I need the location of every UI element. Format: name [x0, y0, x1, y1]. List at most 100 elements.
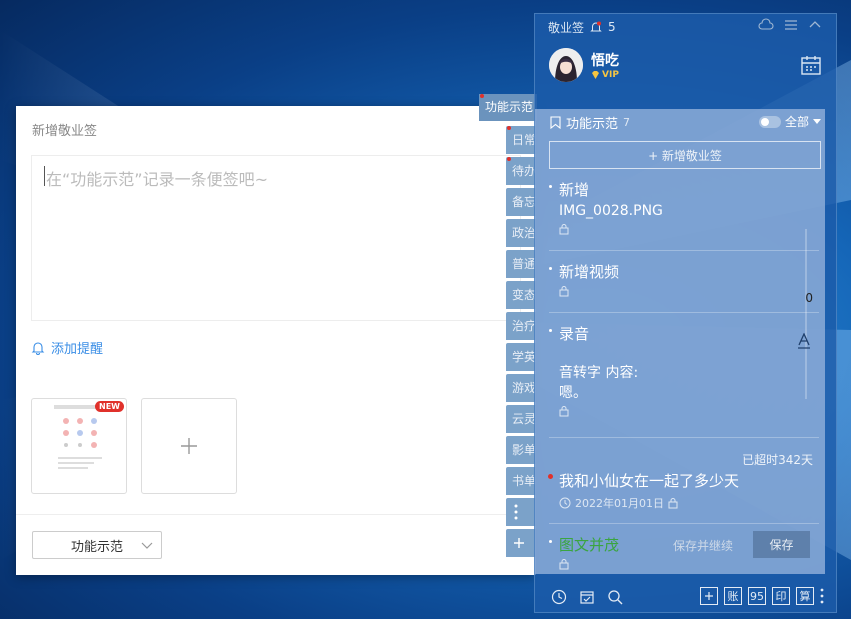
tab-label: 治疗 — [512, 319, 536, 333]
show-toggle[interactable] — [758, 115, 781, 128]
tab-category[interactable]: 待办 — [506, 157, 536, 185]
tab-active-category[interactable]: 功能示范 — [479, 94, 537, 121]
menu-icon[interactable] — [784, 18, 798, 32]
note-body-line: 嗯。 — [559, 385, 587, 401]
tab-category[interactable]: 影单 — [506, 436, 536, 464]
lock-icon — [559, 559, 569, 570]
vip-label: VIP — [602, 70, 619, 80]
note-date: 2022年01月01日 — [575, 497, 664, 510]
note-title: 我和小仙女在一起了多少天 — [559, 472, 740, 490]
note-title: 新增 — [559, 181, 590, 199]
note-dot — [549, 540, 552, 543]
note-item[interactable]: 新增 IMG_0028.PNG — [549, 179, 819, 251]
note-title: 录音 — [559, 325, 590, 343]
calculator-button[interactable]: 算 — [796, 587, 814, 605]
tab-category[interactable]: 学英 — [506, 343, 536, 371]
note-dot — [549, 185, 552, 188]
tab-category[interactable]: 变态 — [506, 281, 536, 309]
tab-category[interactable]: 政治 — [506, 219, 536, 247]
note-meta — [559, 559, 819, 570]
more-categories-button[interactable] — [506, 498, 536, 526]
more-vertical-icon[interactable] — [820, 588, 824, 604]
plus-icon — [514, 538, 536, 548]
tab-category[interactable]: 游戏 — [506, 374, 536, 402]
note-title: 新增视频 — [559, 263, 620, 281]
caret-down-icon — [813, 118, 821, 125]
category-select[interactable]: 功能示范 — [32, 531, 162, 559]
tab-category[interactable]: 云灵 — [506, 405, 536, 433]
checklist-icon[interactable] — [579, 589, 595, 605]
ledger-button[interactable]: 账 — [724, 587, 742, 605]
tab-category[interactable]: 普通 — [506, 250, 536, 278]
panel-titlebar: 敬业签 5 — [535, 14, 836, 40]
calc-95-button[interactable]: 95 — [748, 587, 766, 605]
username: 悟吃 — [591, 53, 619, 69]
tab-active-label: 功能示范 — [485, 100, 534, 114]
category-tabs: 日常 待办 备忘 政治 普通 变态 治疗 学英 游戏 云灵 影单 书单 — [506, 126, 536, 560]
add-category-button[interactable] — [506, 529, 536, 557]
text-format-icon[interactable] — [797, 333, 811, 349]
notification-bell-icon[interactable] — [590, 21, 602, 33]
save-label: 保存 — [769, 538, 794, 552]
tab-label: 备忘 — [512, 195, 536, 209]
plus-icon — [705, 592, 713, 600]
tab-active-dot — [480, 94, 484, 98]
clock-history-icon[interactable] — [551, 589, 567, 605]
image-thumbnail[interactable]: NEW — [31, 398, 127, 494]
thumbnail-preview — [54, 405, 106, 469]
notification-count: 5 — [608, 20, 616, 34]
new-note-editor: 新增敬业签 在“功能示范”记录一条便签吧~ 添加提醒 NEW 功能示范 — [16, 106, 536, 575]
print-button[interactable]: 印 — [772, 587, 790, 605]
add-reminder-button[interactable]: 添加提醒 — [31, 338, 103, 357]
tab-label: 政治 — [512, 226, 536, 240]
note-dot — [549, 329, 552, 332]
tab-label: 云灵 — [512, 412, 536, 426]
tab-label: 书单 — [512, 474, 536, 488]
tab-dot — [507, 157, 511, 161]
bookmark-icon — [550, 116, 561, 129]
save-button[interactable]: 保存 — [753, 531, 810, 558]
cloud-sync-icon[interactable] — [758, 18, 774, 32]
note-item[interactable]: 新增视频 0 — [549, 261, 819, 313]
tab-label: 影单 — [512, 443, 536, 457]
tab-category[interactable]: 书单 — [506, 467, 536, 495]
note-body-line: 音转字 内容: — [559, 365, 639, 381]
collapse-up-icon[interactable] — [808, 18, 822, 32]
avatar — [549, 48, 583, 82]
note-item[interactable]: 录音 音转字 内容: 嗯。 — [549, 323, 819, 438]
filter-dropdown[interactable]: 全部 — [758, 113, 821, 130]
notes-panel: 敬业签 5 悟吃 VIP 功能示范 7 全部 + 新增敬业签 新增 IMG_00… — [534, 13, 837, 613]
panel-bottom-toolbar: 账 95 印 算 — [535, 582, 836, 612]
tab-category[interactable]: 日常 — [506, 126, 536, 154]
add-reminder-label: 添加提醒 — [51, 342, 104, 357]
add-note-button[interactable]: + 新增敬业签 — [549, 141, 821, 169]
new-badge: NEW — [95, 401, 124, 412]
note-meta — [559, 224, 819, 235]
list-count: 7 — [623, 116, 631, 129]
tab-label: 普通 — [512, 257, 536, 271]
diamond-icon — [591, 71, 600, 79]
text-caret — [44, 166, 45, 186]
tab-label: 游戏 — [512, 381, 536, 395]
note-item[interactable]: 已超时342天 我和小仙女在一起了多少天 2022年01月01日 — [548, 448, 819, 524]
filter-label: 全部 — [784, 115, 809, 129]
user-profile[interactable]: 悟吃 VIP — [549, 48, 619, 82]
window-controls — [758, 18, 822, 32]
calendar-button[interactable] — [800, 54, 822, 76]
add-box-button[interactable] — [700, 587, 718, 605]
save-and-continue-button[interactable]: 保存并继续 — [673, 537, 733, 554]
add-image-button[interactable] — [141, 398, 237, 494]
tab-label: 学英 — [512, 350, 536, 364]
list-header: 功能示范 7 — [550, 113, 630, 132]
note-dot — [549, 267, 552, 270]
bell-icon — [31, 341, 45, 355]
bottom-tools: 账 95 印 算 — [700, 587, 824, 605]
add-note-label: + 新增敬业签 — [648, 148, 722, 163]
tab-label: 变态 — [512, 288, 536, 302]
tab-category[interactable]: 治疗 — [506, 312, 536, 340]
tab-category[interactable]: 备忘 — [506, 188, 536, 216]
search-icon[interactable] — [607, 589, 623, 605]
note-text-input[interactable]: 在“功能示范”记录一条便签吧~ — [31, 155, 521, 321]
tab-dot — [507, 126, 511, 130]
calendar-icon — [800, 54, 822, 76]
